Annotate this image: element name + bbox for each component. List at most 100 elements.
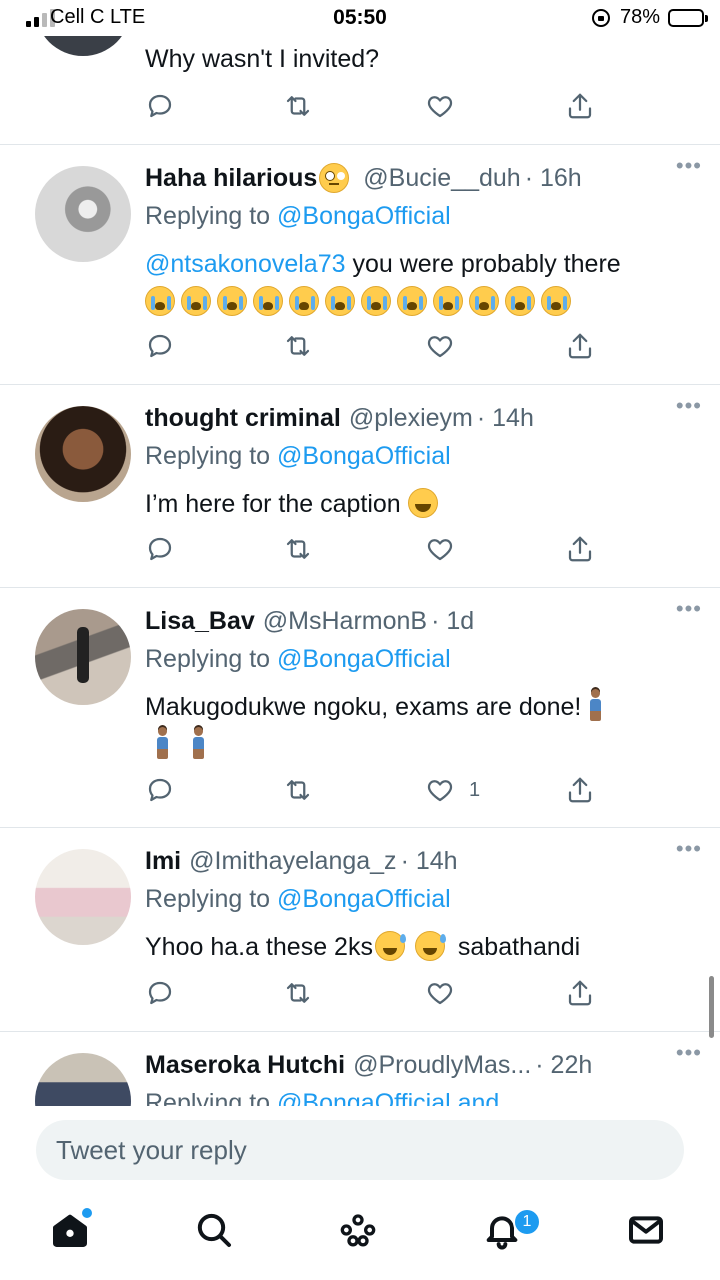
retweet-icon bbox=[286, 539, 310, 559]
more-options-icon[interactable]: ••• bbox=[676, 153, 702, 179]
like-button[interactable] bbox=[425, 531, 469, 567]
username[interactable]: @Imithayelanga_z bbox=[189, 847, 396, 876]
loudly-crying-emoji bbox=[361, 286, 391, 316]
reply-button[interactable] bbox=[145, 531, 175, 567]
replying-to-link[interactable]: @BongaOfficial bbox=[277, 442, 451, 470]
more-options-icon[interactable]: ••• bbox=[676, 393, 702, 419]
share-button[interactable] bbox=[565, 772, 595, 808]
replying-to-link[interactable]: @BongaOfficial bbox=[277, 202, 451, 230]
display-name[interactable]: Imi bbox=[145, 847, 181, 876]
replying-to: Replying to @BongaOfficial bbox=[145, 202, 451, 230]
timestamp: · 22h bbox=[535, 1050, 593, 1079]
tweet-actions bbox=[145, 328, 595, 364]
display-name[interactable]: Lisa_Bav bbox=[145, 607, 255, 636]
emoji-row bbox=[145, 286, 577, 316]
reply-thread[interactable]: Why wasn't I invited? Haha hilarious @Bu… bbox=[0, 0, 720, 1106]
tweet-header: Imi @Imithayelanga_z · 14h bbox=[145, 844, 700, 878]
heart-icon bbox=[427, 539, 453, 561]
like-button[interactable] bbox=[425, 88, 469, 124]
rolling-eyes-emoji bbox=[319, 163, 350, 193]
replying-to-link[interactable]: @BongaOfficial bbox=[277, 885, 451, 913]
spaces-icon bbox=[340, 1214, 376, 1247]
replying-to: Replying to @BongaOfficial and bbox=[145, 1089, 499, 1106]
tweet-actions: 1 bbox=[145, 772, 595, 808]
bottom-tab-bar bbox=[0, 1196, 720, 1280]
share-button[interactable] bbox=[565, 531, 595, 567]
tweet[interactable]: thought criminal @plexieym · 14h ••• Rep… bbox=[0, 385, 720, 588]
like-button[interactable] bbox=[425, 328, 469, 364]
retweet-button[interactable] bbox=[283, 88, 313, 124]
timestamp: · 14h bbox=[400, 846, 458, 875]
tweet-actions bbox=[145, 975, 595, 1011]
avatar[interactable] bbox=[35, 166, 131, 262]
tab-spaces[interactable] bbox=[338, 1210, 382, 1254]
reply-composer bbox=[0, 1106, 720, 1196]
loudly-crying-emoji bbox=[541, 286, 571, 316]
tab-search[interactable] bbox=[194, 1210, 238, 1254]
tweet-actions bbox=[145, 88, 595, 124]
reply-button[interactable] bbox=[145, 772, 175, 808]
username[interactable]: @plexieym bbox=[349, 404, 473, 433]
retweet-icon bbox=[286, 983, 310, 1003]
retweet-icon bbox=[286, 780, 310, 800]
retweet-button[interactable] bbox=[283, 531, 313, 567]
messages-icon bbox=[629, 1216, 663, 1244]
avatar[interactable] bbox=[35, 406, 131, 502]
replying-to: Replying to @BongaOfficial bbox=[145, 645, 451, 673]
more-options-icon[interactable]: ••• bbox=[676, 596, 702, 622]
replying-to: Replying to @BongaOfficial bbox=[145, 442, 451, 470]
username[interactable]: @ProudlyMas... bbox=[353, 1051, 531, 1080]
heart-icon bbox=[427, 983, 453, 1005]
loudly-crying-emoji bbox=[325, 286, 355, 316]
tweet-text: I’m here for the caption bbox=[145, 485, 680, 523]
tweet-header: Lisa_Bav @MsHarmonB · 1d bbox=[145, 604, 700, 638]
tweet-text: Yhoo ha.a these 2ks sabathandi bbox=[145, 931, 581, 961]
reply-button[interactable] bbox=[145, 975, 175, 1011]
share-button[interactable] bbox=[565, 328, 595, 364]
replying-to-link[interactable]: @BongaOfficial and bbox=[277, 1089, 499, 1106]
tweet[interactable]: Imi @Imithayelanga_z · 14h ••• Replying … bbox=[0, 828, 720, 1032]
retweet-button[interactable] bbox=[283, 975, 313, 1011]
display-name[interactable]: Haha hilarious bbox=[145, 164, 317, 193]
loudly-crying-emoji bbox=[253, 286, 283, 316]
rotation-lock-icon bbox=[592, 9, 610, 27]
display-name[interactable]: thought criminal bbox=[145, 404, 341, 433]
avatar[interactable] bbox=[35, 609, 131, 705]
timestamp: · 1d bbox=[431, 606, 475, 635]
retweet-icon bbox=[286, 336, 310, 356]
tweet-text: Why wasn't I invited? bbox=[145, 45, 380, 73]
reply-input[interactable] bbox=[36, 1120, 684, 1180]
display-name[interactable]: Maseroka Hutchi bbox=[145, 1051, 345, 1080]
heart-icon bbox=[427, 336, 453, 358]
more-options-icon[interactable]: ••• bbox=[676, 836, 702, 862]
share-icon bbox=[568, 333, 592, 359]
tweet[interactable]: Lisa_Bav @MsHarmonB · 1d ••• Replying to… bbox=[0, 588, 720, 828]
reply-button[interactable] bbox=[145, 88, 175, 124]
retweet-button[interactable] bbox=[283, 328, 313, 364]
share-button[interactable] bbox=[565, 975, 595, 1011]
avatar[interactable] bbox=[35, 849, 131, 945]
reply-button[interactable] bbox=[145, 328, 175, 364]
username[interactable]: @Bucie__duh bbox=[363, 164, 520, 193]
username[interactable]: @MsHarmonB bbox=[263, 607, 427, 636]
retweet-button[interactable] bbox=[283, 772, 313, 808]
reply-icon bbox=[148, 537, 172, 561]
battery-percentage: 78% bbox=[620, 6, 661, 28]
tweet[interactable]: Maseroka Hutchi @ProudlyMas... · 22h •••… bbox=[0, 1032, 720, 1106]
reply-icon bbox=[148, 94, 172, 118]
more-options-icon[interactable]: ••• bbox=[676, 1040, 702, 1066]
mention-link[interactable]: @ntsakonovela73 bbox=[145, 250, 346, 278]
tab-messages[interactable] bbox=[626, 1210, 670, 1254]
clock: 05:50 bbox=[333, 6, 387, 29]
rofl-emoji bbox=[407, 488, 438, 518]
like-button[interactable]: 1 bbox=[425, 772, 480, 808]
reply-icon bbox=[148, 334, 172, 358]
like-button[interactable] bbox=[425, 975, 469, 1011]
avatar[interactable] bbox=[35, 1053, 131, 1106]
share-icon bbox=[568, 93, 592, 119]
tweet-header: thought criminal @plexieym · 14h bbox=[145, 401, 700, 435]
tweet[interactable]: Haha hilarious @Bucie__duh · 16h ••• Rep… bbox=[0, 145, 720, 385]
replying-to-link[interactable]: @BongaOfficial bbox=[277, 645, 451, 673]
scrollbar[interactable] bbox=[709, 976, 714, 1038]
share-button[interactable] bbox=[565, 88, 595, 124]
